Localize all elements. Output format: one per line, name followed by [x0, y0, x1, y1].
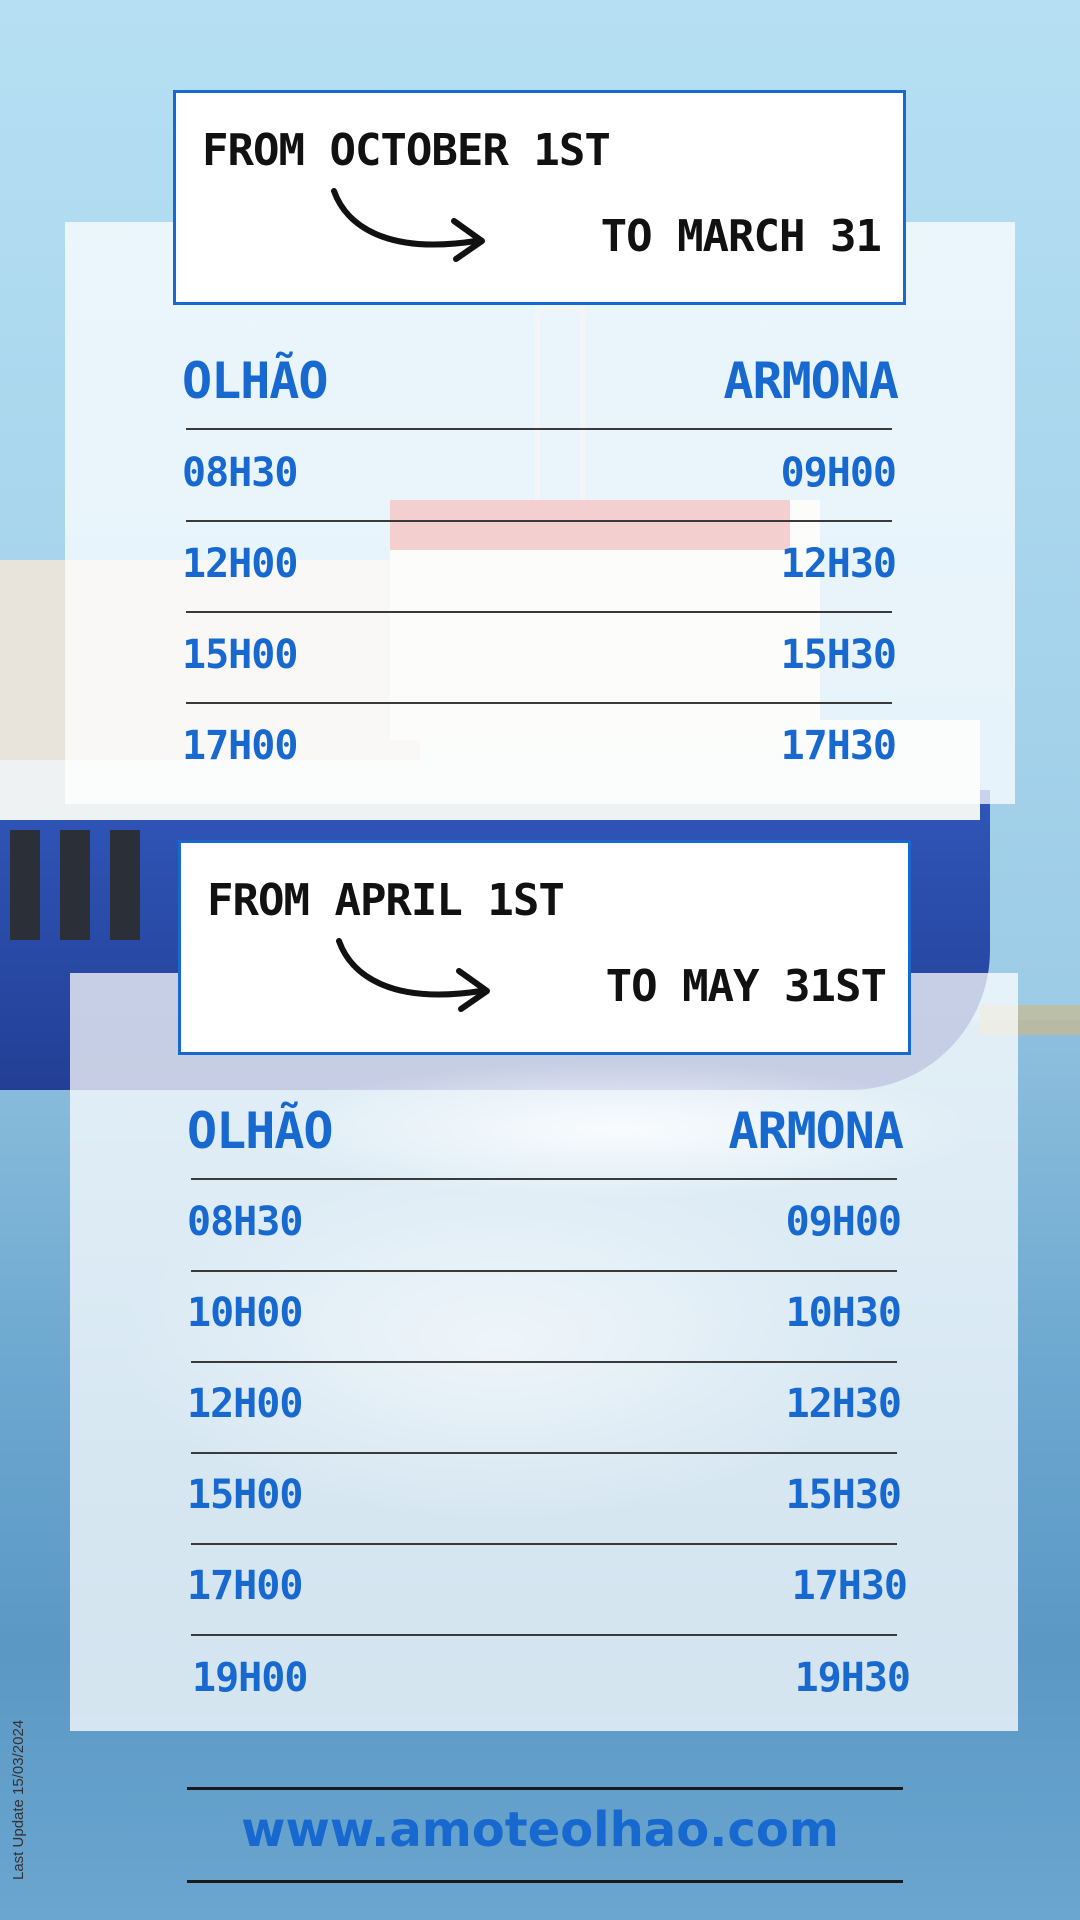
divider	[191, 1543, 897, 1545]
schedule-panel-2	[70, 973, 1018, 1731]
curved-arrow-icon	[331, 188, 485, 262]
departure-armona: 17H30	[780, 723, 897, 769]
departure-armona: 10H30	[785, 1290, 902, 1336]
departure-armona: 09H00	[785, 1199, 902, 1245]
departure-olhao: 15H00	[187, 1472, 303, 1518]
departure-olhao: 08H30	[182, 450, 298, 496]
departure-olhao: 12H00	[182, 541, 298, 587]
schedule-panel-1	[65, 222, 1015, 804]
divider	[191, 1634, 897, 1636]
divider	[186, 520, 892, 522]
departure-armona: 15H30	[780, 632, 897, 678]
footer-divider-top	[187, 1787, 903, 1790]
divider	[186, 611, 892, 613]
footer-divider-bottom	[187, 1880, 903, 1883]
divider	[186, 428, 892, 430]
departure-olhao: 19H00	[192, 1655, 308, 1701]
date-from: FROM APRIL 1ST	[207, 875, 565, 926]
date-to: TO MAY 31ST	[605, 961, 887, 1012]
departure-armona: 12H30	[780, 541, 897, 587]
header-olhao: OLHÃO	[187, 1102, 334, 1160]
last-update-note: Last Update 15/03/2024	[10, 1719, 27, 1880]
departure-olhao: 12H00	[187, 1381, 303, 1427]
divider	[191, 1452, 897, 1454]
boat-window	[10, 830, 40, 940]
departure-armona: 09H00	[780, 450, 897, 496]
header-olhao: OLHÃO	[182, 352, 329, 410]
date-range-box-1: FROM OCTOBER 1ST TO MARCH 31	[173, 90, 906, 305]
departure-olhao: 08H30	[187, 1199, 303, 1245]
departure-armona: 12H30	[785, 1381, 902, 1427]
divider	[191, 1270, 897, 1272]
departure-armona: 19H30	[794, 1655, 911, 1701]
date-to: TO MARCH 31	[600, 211, 882, 262]
divider	[186, 702, 892, 704]
website-link[interactable]: www.amoteolhao.com	[0, 1802, 1080, 1858]
boat-window	[60, 830, 90, 940]
divider	[191, 1178, 897, 1180]
date-range-box-2: FROM APRIL 1ST TO MAY 31ST	[178, 840, 911, 1055]
divider	[191, 1361, 897, 1363]
date-from: FROM OCTOBER 1ST	[202, 125, 611, 176]
departure-olhao: 15H00	[182, 632, 298, 678]
header-armona: ARMONA	[728, 1102, 904, 1160]
departure-olhao: 17H00	[187, 1563, 303, 1609]
departure-armona: 17H30	[791, 1563, 908, 1609]
departure-olhao: 17H00	[182, 723, 298, 769]
departure-olhao: 10H00	[187, 1290, 303, 1336]
boat-window	[110, 830, 140, 940]
departure-armona: 15H30	[785, 1472, 902, 1518]
header-armona: ARMONA	[723, 352, 899, 410]
curved-arrow-icon	[336, 938, 490, 1012]
